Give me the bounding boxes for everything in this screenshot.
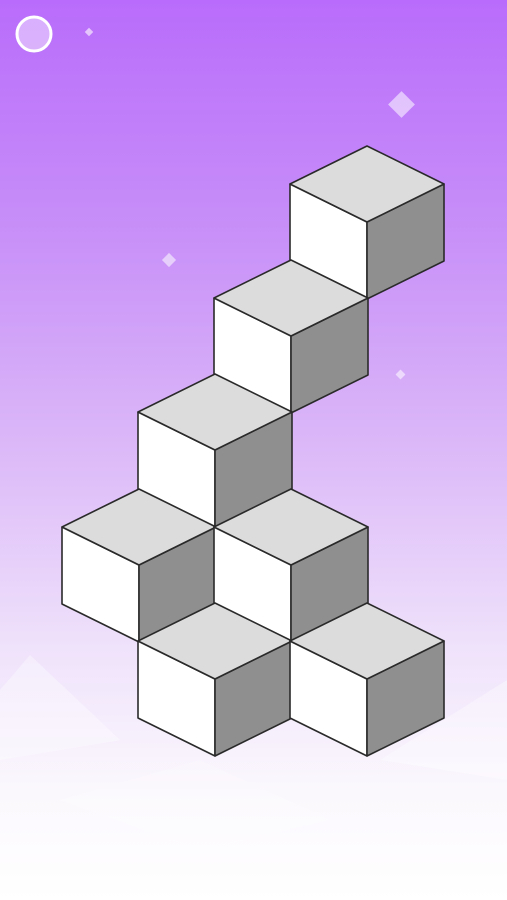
cube-stack bbox=[61, 145, 445, 757]
sparkle-icon bbox=[395, 369, 406, 380]
circle-icon[interactable] bbox=[15, 15, 53, 53]
sparkle-icon bbox=[84, 27, 94, 37]
sparkle-icon bbox=[161, 252, 177, 268]
game-scene bbox=[0, 0, 507, 900]
sparkle-icon bbox=[388, 91, 415, 118]
game-canvas bbox=[0, 15, 507, 850]
